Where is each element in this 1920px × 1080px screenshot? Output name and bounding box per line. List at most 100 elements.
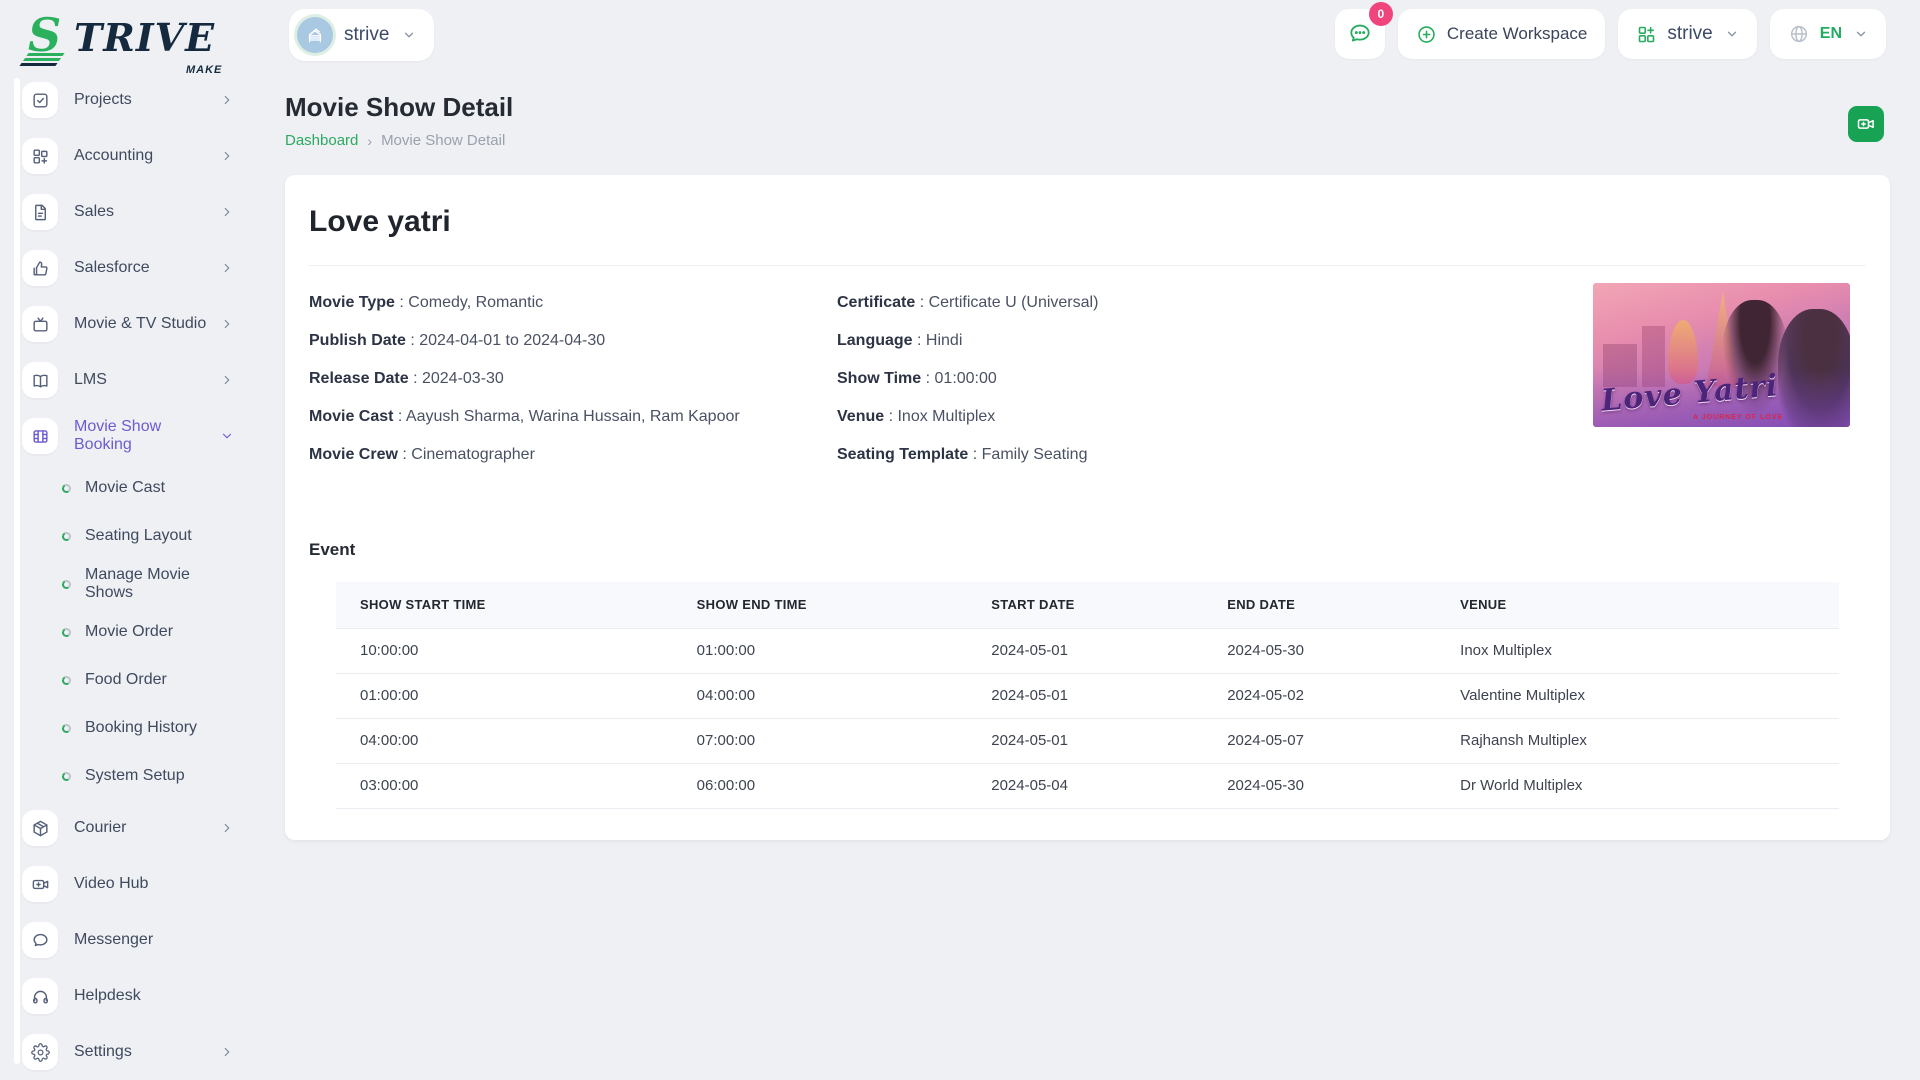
logo-wordmark: TRIVE (74, 12, 215, 64)
chat-button[interactable]: 0 (1335, 9, 1385, 59)
cell-show-end-time: 01:00:00 (673, 628, 968, 673)
cell-show-start-time: 01:00:00 (336, 673, 673, 718)
bullet-icon (61, 579, 72, 590)
plus-circle-icon (1416, 24, 1437, 45)
video-plus-icon (1856, 114, 1876, 134)
sidebar-item-sales[interactable]: Sales (22, 184, 234, 240)
chevron-right-icon (220, 261, 234, 275)
cell-show-start-time: 03:00:00 (336, 763, 673, 808)
sidebar: Projects Accounting Sale (22, 72, 234, 1080)
package-icon (22, 810, 58, 846)
sidebar-scrollbar[interactable] (14, 78, 20, 1064)
globe-icon (1788, 23, 1810, 45)
grid-plus-icon (22, 138, 58, 174)
workspace-selector[interactable]: strive (289, 9, 434, 61)
sidebar-item-salesforce[interactable]: Salesforce (22, 240, 234, 296)
column-header-show-end-time: SHOW END TIME (673, 582, 968, 628)
breadcrumb-dashboard-link[interactable]: Dashboard (285, 132, 358, 149)
event-table-header-row: SHOW START TIME SHOW END TIME START DATE… (336, 582, 1839, 628)
sidebar-item-messenger[interactable]: Messenger (22, 912, 234, 968)
detail-field-certificate: Certificate : Certificate U (Universal) (837, 294, 1397, 312)
detail-column-right: Certificate : Certificate U (Universal) … (837, 294, 1397, 484)
bullet-icon (61, 627, 72, 638)
language-code: EN (1820, 25, 1842, 43)
event-table: SHOW START TIME SHOW END TIME START DATE… (336, 582, 1839, 809)
cell-venue: Valentine Multiplex (1436, 673, 1839, 718)
app-logo[interactable]: S TRIVE MAKE (28, 12, 215, 68)
chevron-right-icon (220, 317, 234, 331)
sidebar-item-label: Movie Show Booking (74, 418, 220, 454)
sidebar-item-movie-show-booking[interactable]: Movie Show Booking (22, 408, 234, 464)
sidebar-subitem-movie-order[interactable]: Movie Order (22, 608, 234, 656)
column-header-start-date: START DATE (967, 582, 1203, 628)
detail-field-language: Language : Hindi (837, 332, 1397, 350)
sidebar-item-video-hub[interactable]: Video Hub (22, 856, 234, 912)
workspace-avatar (297, 17, 333, 53)
create-workspace-label: Create Workspace (1447, 24, 1587, 44)
sidebar-subitem-manage-movie-shows[interactable]: Manage Movie Shows (22, 560, 234, 608)
sidebar-item-label: Settings (74, 1043, 220, 1061)
chevron-right-icon (220, 1045, 234, 1059)
logo-s-glyph: S (28, 12, 74, 68)
video-icon (22, 866, 58, 902)
detail-field-seating-template: Seating Template : Family Seating (837, 446, 1397, 464)
language-selector[interactable]: EN (1770, 9, 1886, 59)
sidebar-subitem-label: Movie Cast (85, 479, 165, 497)
cell-start-date: 2024-05-01 (967, 718, 1203, 763)
sidebar-item-courier[interactable]: Courier (22, 800, 234, 856)
headset-icon (22, 978, 58, 1014)
building-icon (305, 25, 325, 45)
poster-tagline: A JOURNEY OF LOVE (1693, 414, 1783, 421)
detail-field-venue: Venue : Inox Multiplex (837, 408, 1397, 426)
chevron-right-icon (220, 373, 234, 387)
cell-show-end-time: 06:00:00 (673, 763, 968, 808)
movie-title: Love yatri (309, 205, 1866, 239)
cell-show-end-time: 07:00:00 (673, 718, 968, 763)
logo-speed-lines (19, 53, 64, 66)
sidebar-subitem-seating-layout[interactable]: Seating Layout (22, 512, 234, 560)
table-row: 01:00:00 04:00:00 2024-05-01 2024-05-02 … (336, 673, 1839, 718)
check-square-icon (22, 82, 58, 118)
create-workspace-button[interactable]: Create Workspace (1398, 9, 1605, 59)
sidebar-subitem-food-order[interactable]: Food Order (22, 656, 234, 704)
detail-column-left: Movie Type : Comedy, Romantic Publish Da… (309, 294, 837, 484)
chevron-right-icon (220, 821, 234, 835)
sidebar-subitem-booking-history[interactable]: Booking History (22, 704, 234, 752)
movie-poster: Love Yatri A JOURNEY OF LOVE (1593, 283, 1850, 427)
watch-trailer-button[interactable] (1848, 106, 1884, 142)
detail-field-movie-cast: Movie Cast : Aayush Sharma, Warina Hussa… (309, 408, 837, 426)
sidebar-item-label: Projects (74, 91, 220, 109)
chevron-down-icon (220, 429, 234, 443)
cell-end-date: 2024-05-02 (1203, 673, 1436, 718)
sidebar-subitem-label: System Setup (85, 767, 185, 785)
sidebar-item-lms[interactable]: LMS (22, 352, 234, 408)
cell-venue: Inox Multiplex (1436, 628, 1839, 673)
sidebar-subitem-movie-cast[interactable]: Movie Cast (22, 464, 234, 512)
sidebar-item-label: LMS (74, 371, 220, 389)
bullet-icon (61, 675, 72, 686)
workspace-dropdown[interactable]: strive (1618, 9, 1756, 59)
cell-show-start-time: 04:00:00 (336, 718, 673, 763)
workspace-dropdown-label: strive (1667, 23, 1712, 45)
file-icon (22, 194, 58, 230)
chevron-right-icon (220, 93, 234, 107)
sidebar-item-label: Movie & TV Studio (74, 315, 220, 333)
sidebar-item-accounting[interactable]: Accounting (22, 128, 234, 184)
sidebar-item-movie-tv-studio[interactable]: Movie & TV Studio (22, 296, 234, 352)
column-header-venue: VENUE (1436, 582, 1839, 628)
chevron-right-icon (220, 149, 234, 163)
sidebar-item-label: Helpdesk (74, 987, 234, 1005)
chevron-right-icon (220, 205, 234, 219)
movie-detail-card: Love yatri Movie Type : Comedy, Romantic… (285, 175, 1890, 840)
column-header-end-date: END DATE (1203, 582, 1436, 628)
sidebar-subitem-label: Manage Movie Shows (85, 566, 234, 602)
sidebar-item-helpdesk[interactable]: Helpdesk (22, 968, 234, 1024)
cell-end-date: 2024-05-07 (1203, 718, 1436, 763)
cell-show-end-time: 04:00:00 (673, 673, 968, 718)
sidebar-item-projects[interactable]: Projects (22, 72, 234, 128)
sidebar-item-settings[interactable]: Settings (22, 1024, 234, 1080)
table-row: 04:00:00 07:00:00 2024-05-01 2024-05-07 … (336, 718, 1839, 763)
film-icon (22, 418, 58, 454)
sidebar-subitem-system-setup[interactable]: System Setup (22, 752, 234, 800)
chat-bubble-icon (1347, 21, 1373, 47)
